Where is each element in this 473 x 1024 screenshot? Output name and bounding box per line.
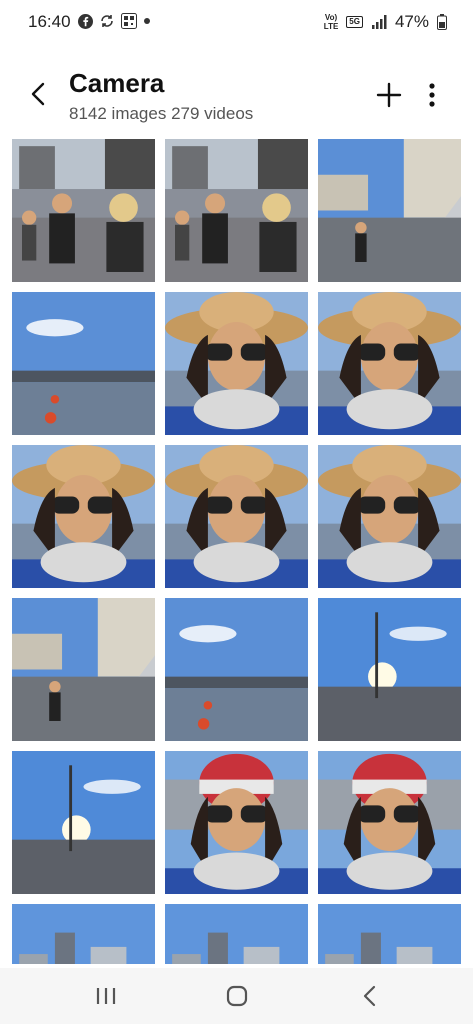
photo-thumbnail[interactable]	[165, 904, 308, 964]
photo-image	[318, 598, 461, 741]
qr-code-icon	[121, 13, 137, 29]
album-title: Camera	[69, 68, 165, 98]
photo-image	[12, 445, 155, 588]
photo-thumbnail[interactable]	[318, 292, 461, 435]
status-bar: 16:40 Vo) LTE 5G 47%	[0, 0, 473, 44]
photo-image	[318, 751, 461, 894]
photo-thumbnail[interactable]	[165, 751, 308, 894]
photo-thumbnail[interactable]	[165, 445, 308, 588]
battery-percent: 47%	[394, 12, 429, 31]
photo-image	[12, 598, 155, 741]
back-icon	[363, 985, 376, 1007]
navigation-bar	[0, 968, 473, 1024]
photo-image	[165, 598, 308, 741]
photo-image	[12, 751, 155, 894]
photo-image	[318, 445, 461, 588]
photo-thumbnail[interactable]	[12, 445, 155, 588]
home-icon	[226, 985, 248, 1007]
battery-icon	[437, 14, 447, 30]
recent-apps-button[interactable]	[88, 982, 124, 1010]
add-button[interactable]	[374, 80, 404, 110]
photo-image	[165, 904, 308, 964]
photo-thumbnail[interactable]	[318, 445, 461, 588]
photo-image	[165, 751, 308, 894]
photo-thumbnail[interactable]	[165, 598, 308, 741]
photo-image	[12, 139, 155, 282]
photo-thumbnail[interactable]	[12, 598, 155, 741]
photo-image	[165, 445, 308, 588]
photo-thumbnail[interactable]	[12, 904, 155, 964]
more-options-button[interactable]	[420, 80, 444, 110]
photo-image	[165, 139, 308, 282]
volte-icon: Vo) LTE	[323, 13, 339, 31]
photo-image	[12, 292, 155, 435]
status-right-icons: Vo) LTE 5G 47%	[324, 12, 447, 32]
photo-thumbnail[interactable]	[12, 139, 155, 282]
photo-image	[165, 292, 308, 435]
status-left-icons	[78, 13, 151, 29]
chevron-left-icon	[31, 82, 45, 106]
photo-image	[318, 904, 461, 964]
signal-icon	[371, 15, 387, 29]
photo-thumbnail[interactable]	[12, 292, 155, 435]
more-vertical-icon	[429, 83, 435, 107]
photo-grid	[12, 139, 462, 964]
photo-thumbnail[interactable]	[165, 139, 308, 282]
album-header: Camera 8142 images 279 videos	[0, 60, 473, 130]
back-button[interactable]	[22, 78, 54, 110]
photo-image	[12, 904, 155, 964]
plus-icon	[376, 82, 402, 108]
photo-thumbnail[interactable]	[165, 292, 308, 435]
photo-thumbnail[interactable]	[318, 139, 461, 282]
photo-thumbnail[interactable]	[318, 751, 461, 894]
5g-icon: 5G	[346, 16, 363, 28]
photo-thumbnail[interactable]	[318, 904, 461, 964]
home-button[interactable]	[219, 982, 255, 1010]
sync-icon	[101, 15, 113, 27]
photo-image	[318, 139, 461, 282]
photo-thumbnail[interactable]	[12, 751, 155, 894]
back-nav-button[interactable]	[352, 982, 388, 1010]
status-time: 16:40	[28, 12, 71, 31]
recent-apps-icon	[96, 988, 116, 1004]
dot-icon	[144, 18, 150, 24]
photo-thumbnail[interactable]	[318, 598, 461, 741]
photo-image	[318, 292, 461, 435]
album-count: 8142 images 279 videos	[69, 104, 254, 123]
facebook-icon	[78, 13, 93, 29]
